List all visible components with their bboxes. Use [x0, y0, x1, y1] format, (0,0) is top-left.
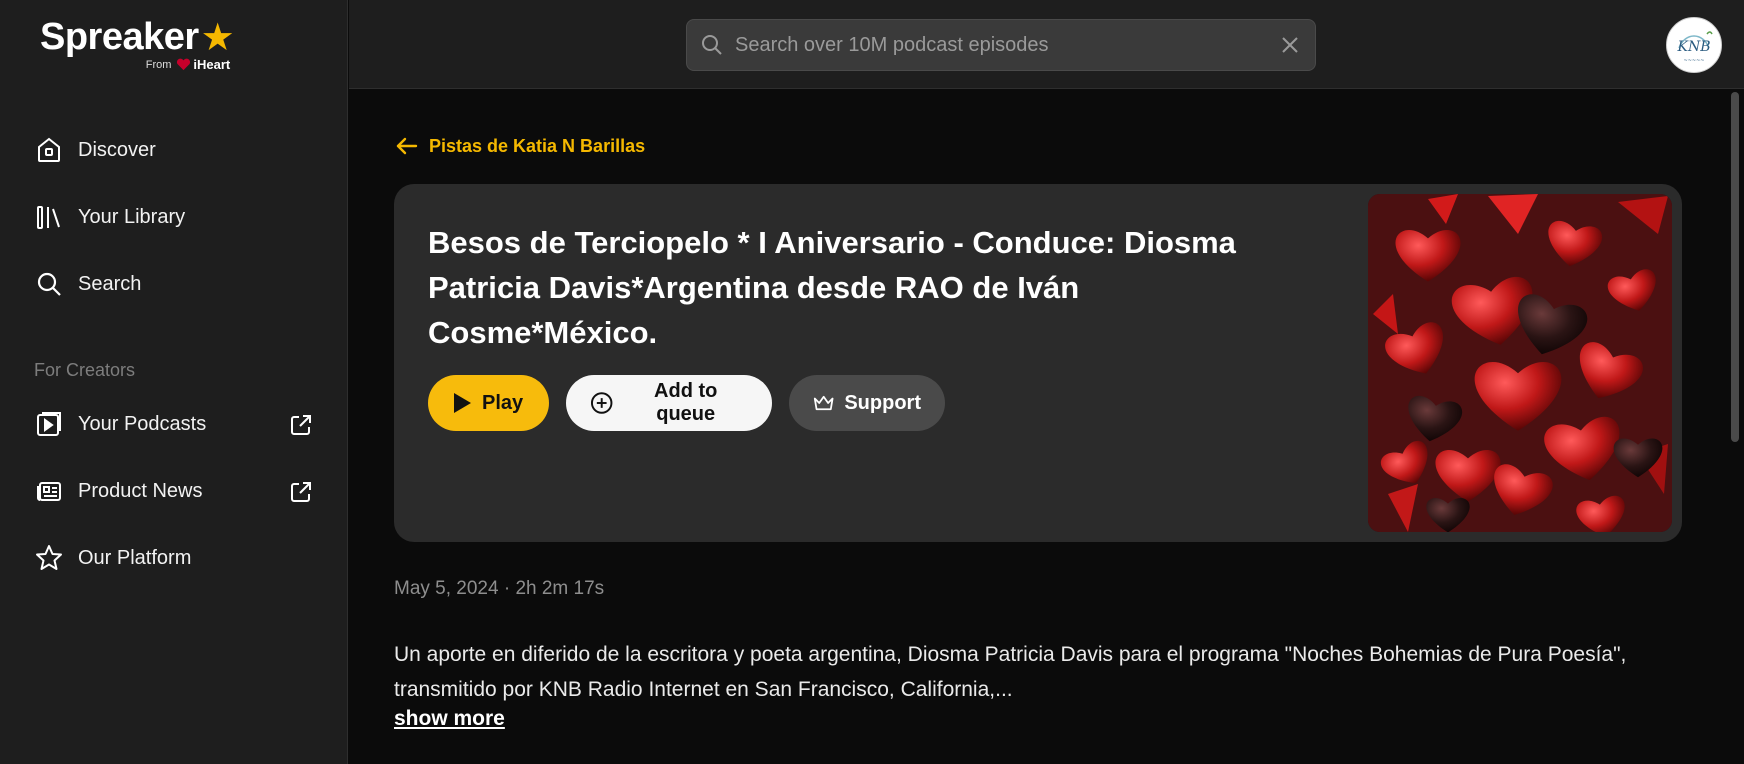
episode-title: Besos de Terciopelo * I Aniversario - Co… — [428, 225, 1236, 350]
sidebar-item-label: Your Library — [78, 205, 186, 228]
star-icon — [34, 543, 64, 573]
hearts-artwork-image — [1368, 194, 1672, 532]
sidebar-item-label: Product News — [78, 479, 203, 502]
sidebar-item-discover[interactable]: Discover — [34, 130, 324, 170]
podcast-icon — [34, 409, 64, 439]
add-to-queue-label: Add to queue — [654, 380, 718, 425]
episode-artwork — [1368, 194, 1672, 532]
search-icon — [34, 269, 64, 299]
avatar-image: KNB ~~~~~ — [1668, 19, 1720, 71]
episode-meta: May 5, 2024 · 2h 2m 17s — [394, 578, 605, 599]
external-link-icon — [288, 479, 314, 505]
svg-text:KNB: KNB — [1677, 39, 1711, 55]
library-icon — [34, 202, 64, 232]
add-circle-icon — [590, 392, 613, 414]
support-button[interactable]: Support — [789, 375, 945, 431]
search-input[interactable] — [735, 33, 1279, 57]
avatar[interactable]: KNB ~~~~~ — [1666, 17, 1722, 73]
support-button-label: Support — [844, 391, 921, 414]
svg-text:~~~~~: ~~~~~ — [1684, 58, 1705, 64]
external-link-icon — [288, 412, 314, 438]
sidebar-item-label: Search — [78, 272, 142, 295]
sidebar-item-label: Your Podcasts — [78, 412, 207, 435]
for-creators-heading: For Creators — [34, 360, 136, 380]
play-button[interactable]: Play — [428, 375, 549, 431]
episode-card: Besos de Terciopelo * I Aniversario - Co… — [394, 184, 1682, 542]
play-button-label: Play — [482, 391, 524, 414]
iheart-icon — [177, 58, 191, 71]
episode-actions: Play Add to queue Support — [428, 375, 945, 431]
star-logo-icon: ★ — [200, 16, 235, 59]
show-more-link[interactable]: show more — [394, 707, 505, 731]
brand-name: Spreaker — [40, 16, 199, 58]
sidebar-item-your-podcasts[interactable]: Your Podcasts — [34, 404, 324, 444]
sidebar-item-label: Our Platform — [78, 546, 192, 569]
brand-partner: iHeart — [193, 57, 231, 72]
home-icon — [34, 135, 64, 165]
episode-description: Un aporte en diferido de la escritora y … — [394, 643, 1627, 701]
add-to-queue-button[interactable]: Add to queue — [566, 375, 772, 431]
search-icon — [702, 35, 722, 55]
crown-icon — [813, 395, 834, 411]
spreaker-logo[interactable]: Spreaker ★ From iHeart — [40, 16, 235, 72]
arrow-left-icon — [396, 137, 418, 155]
back-link[interactable]: Pistas de Katia N Barillas — [395, 134, 645, 158]
scrollbar-thumb[interactable] — [1731, 92, 1739, 442]
news-icon — [34, 476, 64, 506]
sidebar-item-product-news[interactable]: Product News — [34, 471, 324, 511]
sidebar-item-label: Discover — [78, 138, 156, 161]
top-bar: KNB ~~~~~ — [349, 0, 1744, 89]
sidebar-item-library[interactable]: Your Library — [34, 197, 324, 237]
brand-from-label: From — [145, 58, 172, 71]
scrollbar[interactable] — [1726, 90, 1744, 764]
sidebar-item-our-platform[interactable]: Our Platform — [34, 538, 324, 578]
back-link-label: Pistas de Katia N Barillas — [429, 135, 646, 156]
sidebar-item-search[interactable]: Search — [34, 264, 324, 304]
play-icon — [454, 393, 471, 413]
close-icon[interactable] — [1279, 34, 1301, 56]
sidebar: Spreaker ★ From iHeart Discover Your Lib… — [0, 0, 348, 764]
search-box[interactable] — [686, 19, 1316, 71]
